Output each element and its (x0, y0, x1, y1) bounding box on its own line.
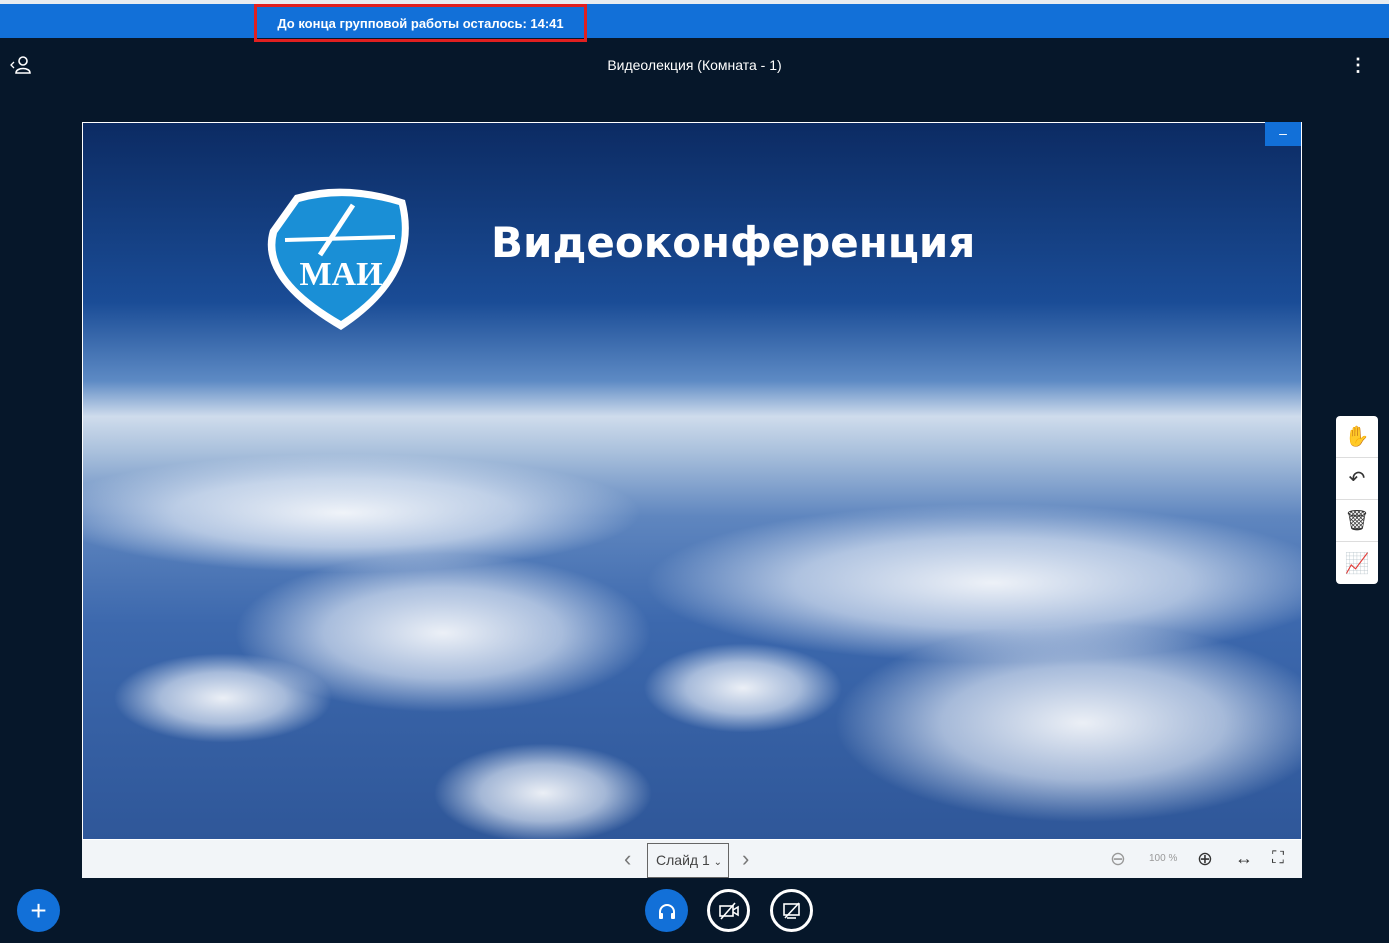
headphones-icon (658, 903, 675, 919)
svg-text:МАИ: МАИ (299, 256, 382, 293)
minimize-presentation-button[interactable]: – (1265, 122, 1301, 146)
multi-user-whiteboard-icon[interactable]: 📈 (1336, 542, 1378, 584)
fit-width-button[interactable]: ↔ (1235, 848, 1253, 869)
meeting-title: Видеолекция (Комната - 1) (607, 57, 782, 73)
screen-share-off-icon (782, 901, 800, 919)
slide-select[interactable]: Слайд 1 ⌄ (647, 843, 729, 878)
group-work-timer: До конца групповой работы осталось: 14:4… (254, 4, 587, 42)
next-slide-button[interactable]: › (742, 846, 749, 872)
previous-slide-button[interactable]: ‹ (624, 846, 631, 872)
presentation-slide: МАИ Видеоконференция (82, 122, 1302, 840)
whiteboard-toolbar: ✋ ↶ 🗑 📈 (1336, 416, 1378, 584)
video-off-icon (718, 901, 739, 920)
share-webcam-button[interactable] (707, 889, 750, 932)
audio-headphones-button[interactable] (645, 889, 688, 932)
trash-icon[interactable]: 🗑 (1336, 500, 1378, 542)
group-work-notice-bar: До конца групповой работы осталось: 14:4… (0, 4, 1389, 42)
undo-icon[interactable]: ↶ (1336, 458, 1378, 500)
zoom-in-button[interactable]: ⊕ (1197, 848, 1213, 871)
header: Видеолекция (Комната - 1) ⋮ (0, 38, 1389, 93)
mai-logo: МАИ (267, 188, 409, 330)
share-screen-button[interactable] (770, 889, 813, 932)
zoom-level: 100 % (1149, 853, 1178, 864)
more-options-icon[interactable]: ⋮ (1349, 55, 1367, 76)
chevron-down-icon: ⌄ (713, 857, 723, 868)
slide-title: Видеоконференция (491, 218, 976, 267)
fullscreen-button[interactable]: ⛶ (1272, 848, 1284, 868)
hand-tool-icon[interactable]: ✋ (1336, 416, 1378, 458)
zoom-out-button[interactable]: ⊖ (1110, 848, 1126, 871)
add-actions-button[interactable]: + (17, 889, 60, 932)
presentation-toolbar: ‹ Слайд 1 ⌄ › ⊖ 100 % ⊕ ↔ ⛶ (82, 840, 1302, 878)
